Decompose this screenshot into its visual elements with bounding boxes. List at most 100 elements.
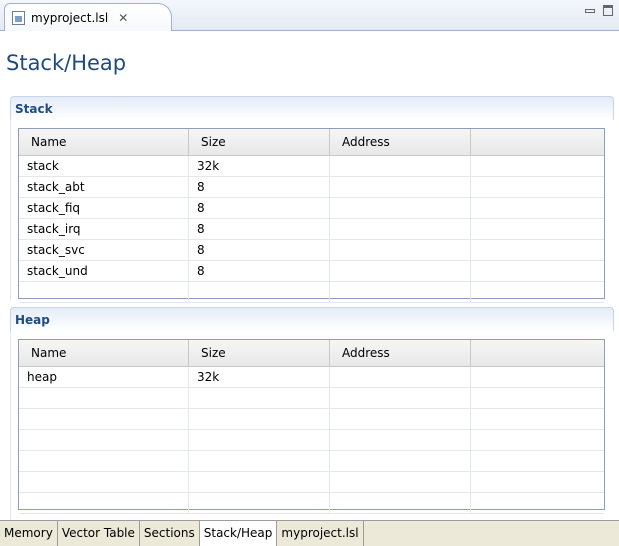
table-row[interactable]: stack_fiq 8 — [19, 198, 604, 219]
size-cell — [189, 430, 330, 450]
page-tabs: Memory Vector Table Sections Stack/Heap mypr… — [0, 520, 619, 546]
table-row[interactable]: stack_svc 8 — [19, 240, 604, 261]
size-cell — [189, 282, 330, 302]
column-header-extra[interactable] — [471, 340, 604, 366]
name-cell: stack_abt — [19, 177, 189, 197]
stack-table-body: stack 32k stack_abt 8 stack_fiq 8 stack_irq 8st… — [19, 156, 604, 303]
extra-cell — [471, 493, 604, 513]
size-cell — [189, 451, 330, 471]
address-cell — [330, 493, 471, 513]
editor-tab-strip: myproject.lsl ✕ — [0, 0, 619, 31]
column-header-size[interactable]: Size — [189, 340, 330, 366]
address-cell — [330, 367, 471, 387]
name-cell — [19, 388, 189, 408]
name-cell: stack_und — [19, 261, 189, 281]
close-icon[interactable]: ✕ — [118, 11, 128, 25]
address-cell — [330, 177, 471, 197]
table-row[interactable]: stack_irq 8 — [19, 219, 604, 240]
table-row[interactable] — [19, 493, 604, 514]
size-cell — [189, 472, 330, 492]
name-cell — [19, 282, 189, 302]
size-cell: 8 — [189, 219, 330, 239]
extra-cell — [471, 451, 604, 471]
table-row[interactable] — [19, 472, 604, 493]
extra-cell — [471, 472, 604, 492]
extra-cell — [471, 177, 604, 197]
name-cell — [19, 430, 189, 450]
table-row[interactable] — [19, 282, 604, 303]
extra-cell — [471, 367, 604, 387]
address-cell — [330, 198, 471, 218]
size-cell: 8 — [189, 198, 330, 218]
stack-table-header: Name Size Address — [19, 129, 604, 156]
table-row[interactable] — [19, 409, 604, 430]
size-cell: 32k — [189, 367, 330, 387]
editor-tab-myproject[interactable]: myproject.lsl ✕ — [4, 3, 172, 31]
address-cell — [330, 451, 471, 471]
heap-table-body: heap 32k — [19, 367, 604, 514]
column-header-extra[interactable] — [471, 129, 604, 155]
name-cell: stack — [19, 156, 189, 176]
minimize-icon[interactable] — [585, 9, 595, 13]
size-cell: 8 — [189, 240, 330, 260]
page-tab-stack-heap[interactable]: Stack/Heap — [199, 521, 278, 546]
column-header-address[interactable]: Address — [330, 129, 471, 155]
table-row[interactable] — [19, 388, 604, 409]
column-header-name[interactable]: Name — [19, 340, 189, 366]
name-cell — [19, 472, 189, 492]
extra-cell — [471, 240, 604, 260]
address-cell — [330, 219, 471, 239]
page-tab-myproject-lsl[interactable]: myproject.lsl — [277, 521, 364, 546]
extra-cell — [471, 261, 604, 281]
heap-table[interactable]: Name Size Address heap 32k — [18, 339, 605, 514]
extra-cell — [471, 156, 604, 176]
name-cell — [19, 451, 189, 471]
name-cell: stack_svc — [19, 240, 189, 260]
table-row[interactable]: stack_und 8 — [19, 261, 604, 282]
page-title: Stack/Heap — [6, 51, 127, 75]
column-header-address[interactable]: Address — [330, 340, 471, 366]
lsl-file-icon — [12, 10, 25, 25]
size-cell: 8 — [189, 261, 330, 281]
extra-cell — [471, 430, 604, 450]
editor-tab-label: myproject.lsl — [31, 10, 109, 25]
table-row[interactable] — [19, 430, 604, 451]
extra-cell — [471, 198, 604, 218]
extra-cell — [471, 282, 604, 302]
address-cell — [330, 156, 471, 176]
extra-cell — [471, 219, 604, 239]
address-cell — [330, 261, 471, 281]
size-cell — [189, 493, 330, 513]
maximize-icon[interactable] — [603, 5, 613, 16]
name-cell: stack_fiq — [19, 198, 189, 218]
stack-table[interactable]: Name Size Address stack 32k stack_abt 8 stac… — [18, 128, 605, 303]
extra-cell — [471, 388, 604, 408]
address-cell — [330, 388, 471, 408]
extra-cell — [471, 409, 604, 429]
size-cell: 32k — [189, 156, 330, 176]
address-cell — [330, 409, 471, 429]
name-cell — [19, 493, 189, 513]
address-cell — [330, 430, 471, 450]
table-row[interactable]: heap 32k — [19, 367, 604, 388]
window-controls — [585, 5, 613, 16]
address-cell — [330, 472, 471, 492]
name-cell: heap — [19, 367, 189, 387]
address-cell — [330, 282, 471, 302]
heap-section-title[interactable]: Heap — [10, 307, 614, 331]
table-row[interactable] — [19, 451, 604, 472]
size-cell — [189, 388, 330, 408]
name-cell: stack_irq — [19, 219, 189, 239]
heap-table-header: Name Size Address — [19, 340, 604, 367]
table-row[interactable]: stack_abt 8 — [19, 177, 604, 198]
stack-section-title[interactable]: Stack — [10, 96, 614, 120]
page-tab-vector-table[interactable]: Vector Table — [58, 521, 140, 546]
page-tab-sections[interactable]: Sections — [140, 521, 200, 546]
address-cell — [330, 240, 471, 260]
table-row[interactable]: stack 32k — [19, 156, 604, 177]
page-tab-memory[interactable]: Memory — [0, 521, 58, 546]
size-cell: 8 — [189, 177, 330, 197]
size-cell — [189, 409, 330, 429]
column-header-size[interactable]: Size — [189, 129, 330, 155]
column-header-name[interactable]: Name — [19, 129, 189, 155]
